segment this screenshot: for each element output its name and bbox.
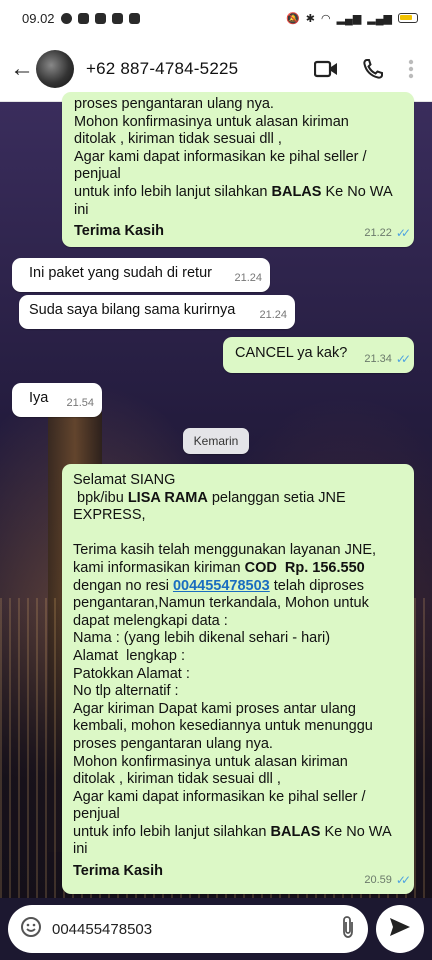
message-text: Suda saya bilang sama kurirnya: [29, 302, 236, 318]
date-separator: Kemarin: [183, 428, 249, 454]
messenger-icon: [77, 12, 89, 24]
read-tick-icon: ✓✓: [395, 226, 411, 241]
message-time: 21.54: [66, 397, 94, 410]
message-text: Ke No WA: [321, 183, 393, 200]
signal-icon: ▂▄▆: [367, 12, 392, 25]
message-line: dengan no resi 004455478503 telah dipros…: [73, 578, 404, 596]
message-time: 21.24: [234, 272, 262, 285]
message-meta: 20.59 ✓✓: [364, 872, 411, 890]
contact-name[interactable]: +62 887-4784-5225: [86, 59, 238, 79]
message-signoff: Terima Kasih: [74, 223, 164, 240]
compose-bar: 004455478503: [0, 898, 432, 960]
message-line: ditolak , kiriman tidak sesuai dll ,: [74, 131, 282, 148]
message-line: penjual: [74, 166, 121, 183]
message-line: Selamat SIANG: [73, 472, 176, 488]
message-line: untuk info lebih lanjut silahkan BALAS K…: [73, 824, 404, 842]
phone-app-icon: [111, 12, 123, 24]
message-meta: 21.22 ✓✓: [364, 225, 411, 243]
message-line: proses pengantaran ulang nya.: [74, 96, 274, 112]
message-bubble-incoming[interactable]: Iya 21.54: [12, 383, 102, 417]
send-icon: [389, 917, 411, 942]
message-line: Mohon konfirmasinya untuk alasan kiriman: [73, 753, 348, 770]
message-text: pelanggan setia JNE: [207, 489, 346, 506]
signal-icon: ▂▄▆: [336, 12, 362, 25]
send-button[interactable]: [376, 905, 424, 953]
battery-icon: [398, 13, 418, 23]
read-tick-icon: ✓✓: [395, 873, 411, 888]
message-line: pengantaran,Namun terkandala, Mohon untu…: [73, 595, 369, 612]
message-line: untuk info lebih lanjut silahkan BALAS K…: [74, 184, 404, 202]
message-line: Patokkan Alamat :: [73, 665, 190, 682]
mute-icon: 🔕: [286, 12, 300, 25]
message-text: untuk info lebih lanjut silahkan: [74, 183, 272, 200]
message-line: penjual: [73, 806, 120, 823]
message-bubble-incoming[interactable]: Ini paket yang sudah di retur 21.24: [12, 258, 270, 292]
message-line: Alamat lengkap :: [73, 647, 186, 664]
message-line: dapat melengkapi data :: [73, 612, 228, 629]
message-text: telah diproses: [269, 577, 365, 594]
phone-call-icon[interactable]: [362, 58, 384, 80]
message-bubble-outgoing[interactable]: proses pengantaran ulang nya. Mohon konf…: [62, 92, 414, 247]
message-bubble-incoming[interactable]: Suda saya bilang sama kurirnya 21.24: [19, 295, 295, 329]
cod-amount: COD Rp. 156.550: [244, 559, 365, 576]
message-time: 21.24: [259, 309, 287, 322]
wifi-icon: ◠: [320, 12, 331, 25]
status-time: 09.02: [22, 10, 55, 26]
message-time: 20.59: [364, 874, 392, 887]
message-line: Mohon konfirmasinya untuk alasan kiriman: [74, 113, 349, 130]
message-line: Agar kiriman Dapat kami proses antar ula…: [73, 700, 356, 717]
message-line: kami informasikan kiriman COD Rp. 156.55…: [73, 560, 404, 578]
message-line: Terima kasih telah menggunakan layanan J…: [73, 542, 377, 559]
back-arrow-icon[interactable]: ←: [10, 55, 34, 83]
message-text: bpk/ibu: [73, 489, 128, 506]
message-meta: 21.34 ✓✓: [364, 351, 411, 369]
bluetooth-icon: ✱: [305, 12, 315, 25]
message-text: Ini paket yang sudah di retur: [29, 265, 212, 281]
message-text: kami informasikan kiriman: [73, 559, 245, 576]
more-vert-icon[interactable]: [408, 59, 414, 79]
message-meta: 21.24: [259, 307, 287, 325]
avatar[interactable]: [36, 49, 74, 88]
message-line: Nama : (yang lebih dikenal sehari - hari…: [73, 630, 331, 647]
customer-name: LISA RAMA: [127, 489, 208, 506]
message-meta: 21.24: [234, 270, 262, 288]
message-line: Agar kami dapat informasikan ke pihal se…: [73, 788, 366, 805]
message-bubble-outgoing[interactable]: Selamat SIANG bpk/ibu LISA RAMA pelangga…: [62, 464, 414, 894]
message-line: ini: [74, 201, 89, 218]
tracking-number-link[interactable]: 004455478503: [173, 578, 270, 594]
message-line: kembali, mohon kesediannya untuk menungg…: [73, 718, 373, 735]
video-call-icon[interactable]: [314, 60, 338, 78]
status-bar: 09.02 🔕 ✱ ◠ ▂▄▆ ▂▄▆: [0, 0, 432, 36]
message-line: Agar kami dapat informasikan ke pihal se…: [74, 148, 367, 165]
maps-icon: [128, 12, 140, 24]
message-line: proses pengantaran ulang nya.: [73, 735, 273, 752]
message-bubble-outgoing[interactable]: CANCEL ya kak? 21.34 ✓✓: [223, 337, 414, 373]
message-text: Ke No WA: [320, 823, 392, 840]
message-bold: BALAS: [271, 183, 322, 200]
attach-icon[interactable]: [340, 915, 356, 944]
whatsapp-icon: [60, 12, 72, 24]
message-signoff: Terima Kasih: [73, 863, 163, 880]
read-tick-icon: ✓✓: [395, 352, 411, 367]
message-time: 21.22: [364, 227, 392, 240]
message-line: bpk/ibu LISA RAMA pelanggan setia JNE: [73, 490, 404, 508]
message-input-text[interactable]: 004455478503: [52, 921, 330, 938]
message-time: 21.34: [364, 353, 392, 366]
message-line: ini: [73, 841, 88, 858]
emoji-icon[interactable]: [20, 916, 42, 943]
message-line: No tlp alternatif :: [73, 683, 179, 700]
message-line: ditolak , kiriman tidak sesuai dll ,: [73, 771, 281, 788]
message-input[interactable]: 004455478503: [8, 905, 368, 953]
message-meta: 21.54: [66, 395, 94, 413]
message-line: EXPRESS,: [73, 507, 146, 524]
message-text: CANCEL ya kak?: [235, 345, 348, 361]
message-line: [73, 525, 404, 543]
message-text: dengan no resi: [73, 577, 173, 594]
youtube-icon: [94, 12, 106, 24]
message-bold: BALAS: [270, 823, 321, 840]
message-text: untuk info lebih lanjut silahkan: [73, 823, 271, 840]
